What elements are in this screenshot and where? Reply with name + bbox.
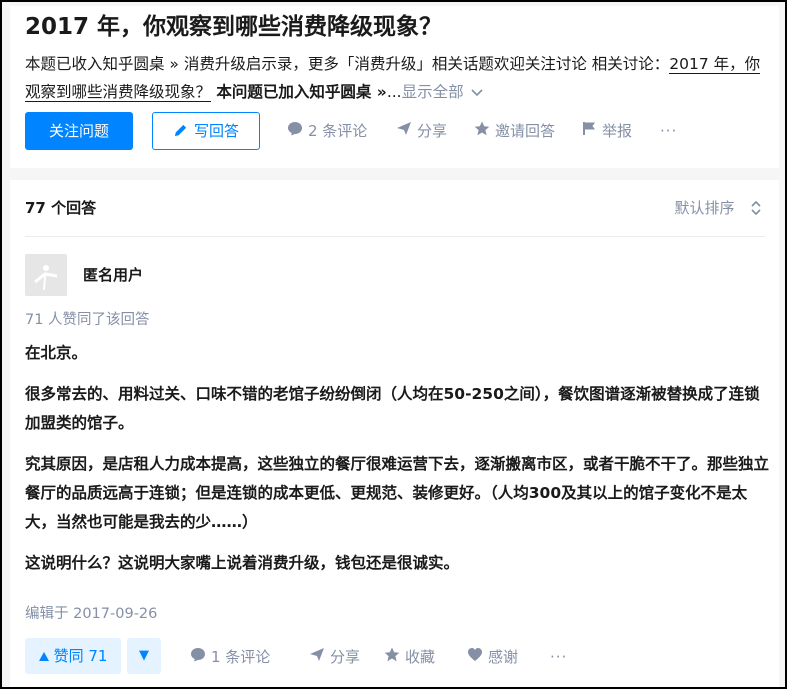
answer-more-button[interactable]: ···	[550, 638, 567, 676]
comment-icon	[287, 112, 303, 150]
answer-comments-button[interactable]: 1 条评论	[190, 638, 270, 676]
comment-icon	[190, 638, 206, 676]
question-more-button[interactable]: ···	[660, 112, 677, 150]
answer-share-label: 分享	[330, 648, 361, 666]
show-all-label: 显示全部	[401, 83, 464, 101]
question-comments-button[interactable]: 2 条评论	[287, 112, 367, 150]
downvote-button[interactable]: ▼	[127, 638, 161, 674]
upvote-button[interactable]: 赞同 71	[25, 638, 121, 674]
thanks-button[interactable]: 感谢	[467, 638, 518, 676]
question-card: 2017 年，你观察到哪些消费降级现象？ 本题已收入知乎圆桌 » 消费升级启示录…	[10, 6, 779, 168]
answers-header: 77 个回答 默认排序	[25, 180, 765, 237]
show-all-link[interactable]: 显示全部	[402, 83, 484, 101]
sort-label: 默认排序	[674, 199, 735, 217]
heart-icon	[467, 638, 483, 676]
report-button[interactable]: 举报	[582, 112, 632, 150]
answer-count: 77 个回答	[25, 199, 97, 217]
question-share-button[interactable]: 分享	[396, 112, 447, 150]
author-name[interactable]: 匿名用户	[83, 264, 143, 286]
triangle-up-icon	[38, 638, 49, 674]
answer-content: 在北京。 很多常去的、用料过关、口味不错的老馆子纷纷倒闭（人均在50-250之间…	[25, 339, 770, 590]
page-frame: 2017 年，你观察到哪些消费降级现象？ 本题已收入知乎圆桌 » 消费升级启示录…	[0, 0, 787, 689]
answer-actions: 赞同 71 ▼ 1 条评论 分享 收藏 感谢 ···	[25, 638, 770, 678]
share-icon	[309, 638, 325, 676]
answer-paragraph: 这说明什么？这说明大家嘴上说着消费升级，钱包还是很诚实。	[25, 554, 460, 572]
question-actions: 关注问题 写回答 2 条评论 分享 邀请回答 举报 ···	[25, 112, 770, 152]
invite-answer-button[interactable]: 邀请回答	[474, 112, 555, 150]
answer-paragraph: 究其原因，是店租人力成本提高，这些独立的餐厅很难运营下去，逐渐搬离市区，或者干脆…	[25, 455, 770, 531]
flag-icon	[582, 112, 597, 150]
write-answer-button[interactable]: 写回答	[152, 112, 260, 150]
star-icon	[474, 112, 490, 150]
star-icon	[384, 638, 400, 676]
thanks-label: 感谢	[488, 648, 519, 666]
follow-question-button[interactable]: 关注问题	[25, 112, 133, 150]
question-desc-text: 本题已收入知乎圆桌 » 消费升级启示录，更多「消费升级」相关话题欢迎关注讨论 相…	[25, 55, 670, 73]
collect-button[interactable]: 收藏	[384, 638, 435, 676]
edited-date[interactable]: 编辑于 2017-09-26	[25, 603, 157, 625]
invite-answer-label: 邀请回答	[495, 122, 556, 140]
answer-share-button[interactable]: 分享	[309, 638, 360, 676]
answer-paragraph: 在北京。	[25, 344, 88, 362]
answers-card: 77 个回答 默认排序 匿名用户 71 人赞同了该回答 在北京。 很多常去的、用…	[10, 180, 779, 687]
desc-ellipsis: ...	[386, 83, 402, 101]
collect-label: 收藏	[405, 648, 436, 666]
write-answer-label: 写回答	[193, 122, 239, 140]
question-title: 2017 年，你观察到哪些消费降级现象？	[25, 14, 443, 40]
pencil-icon	[173, 115, 188, 151]
question-share-label: 分享	[417, 122, 448, 140]
answer-comments-label: 1 条评论	[211, 648, 271, 666]
vote-summary[interactable]: 71 人赞同了该回答	[25, 309, 150, 331]
question-description: 本题已收入知乎圆桌 » 消费升级启示录，更多「消费升级」相关话题欢迎关注讨论 相…	[25, 50, 770, 107]
upvote-label: 赞同 71	[53, 647, 108, 665]
roundtable-note[interactable]: 本问题已加入知乎圆桌 »	[211, 83, 386, 101]
sort-icon	[747, 200, 761, 217]
question-comments-label: 2 条评论	[308, 122, 368, 140]
avatar-icon[interactable]	[25, 254, 67, 296]
share-icon	[396, 112, 412, 150]
sort-selector[interactable]: 默认排序	[675, 196, 761, 221]
answer-paragraph: 很多常去的、用料过关、口味不错的老馆子纷纷倒闭（人均在50-250之间），餐饮图…	[25, 385, 760, 432]
report-label: 举报	[602, 122, 633, 140]
chevron-down-icon	[468, 86, 484, 100]
